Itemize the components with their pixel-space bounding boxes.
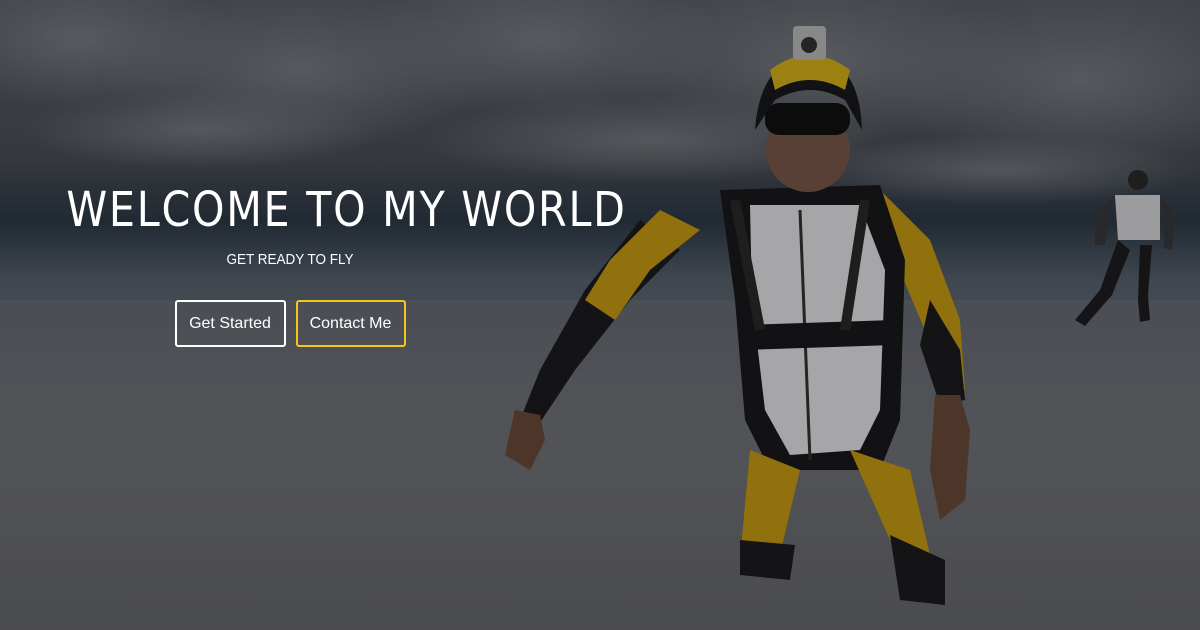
hero-title: WELCOME TO MY WORLD	[66, 182, 627, 238]
contact-me-button[interactable]: Contact Me	[295, 300, 406, 347]
hero-actions: Get Started Contact Me	[30, 300, 550, 347]
hero-section: WELCOME TO MY WORLD GET READY TO FLY Get…	[0, 0, 1200, 630]
get-started-button[interactable]: Get Started	[174, 300, 286, 347]
hero-content: WELCOME TO MY WORLD GET READY TO FLY Get…	[30, 180, 627, 347]
hero-subtitle: GET READY TO FLY	[226, 251, 354, 268]
